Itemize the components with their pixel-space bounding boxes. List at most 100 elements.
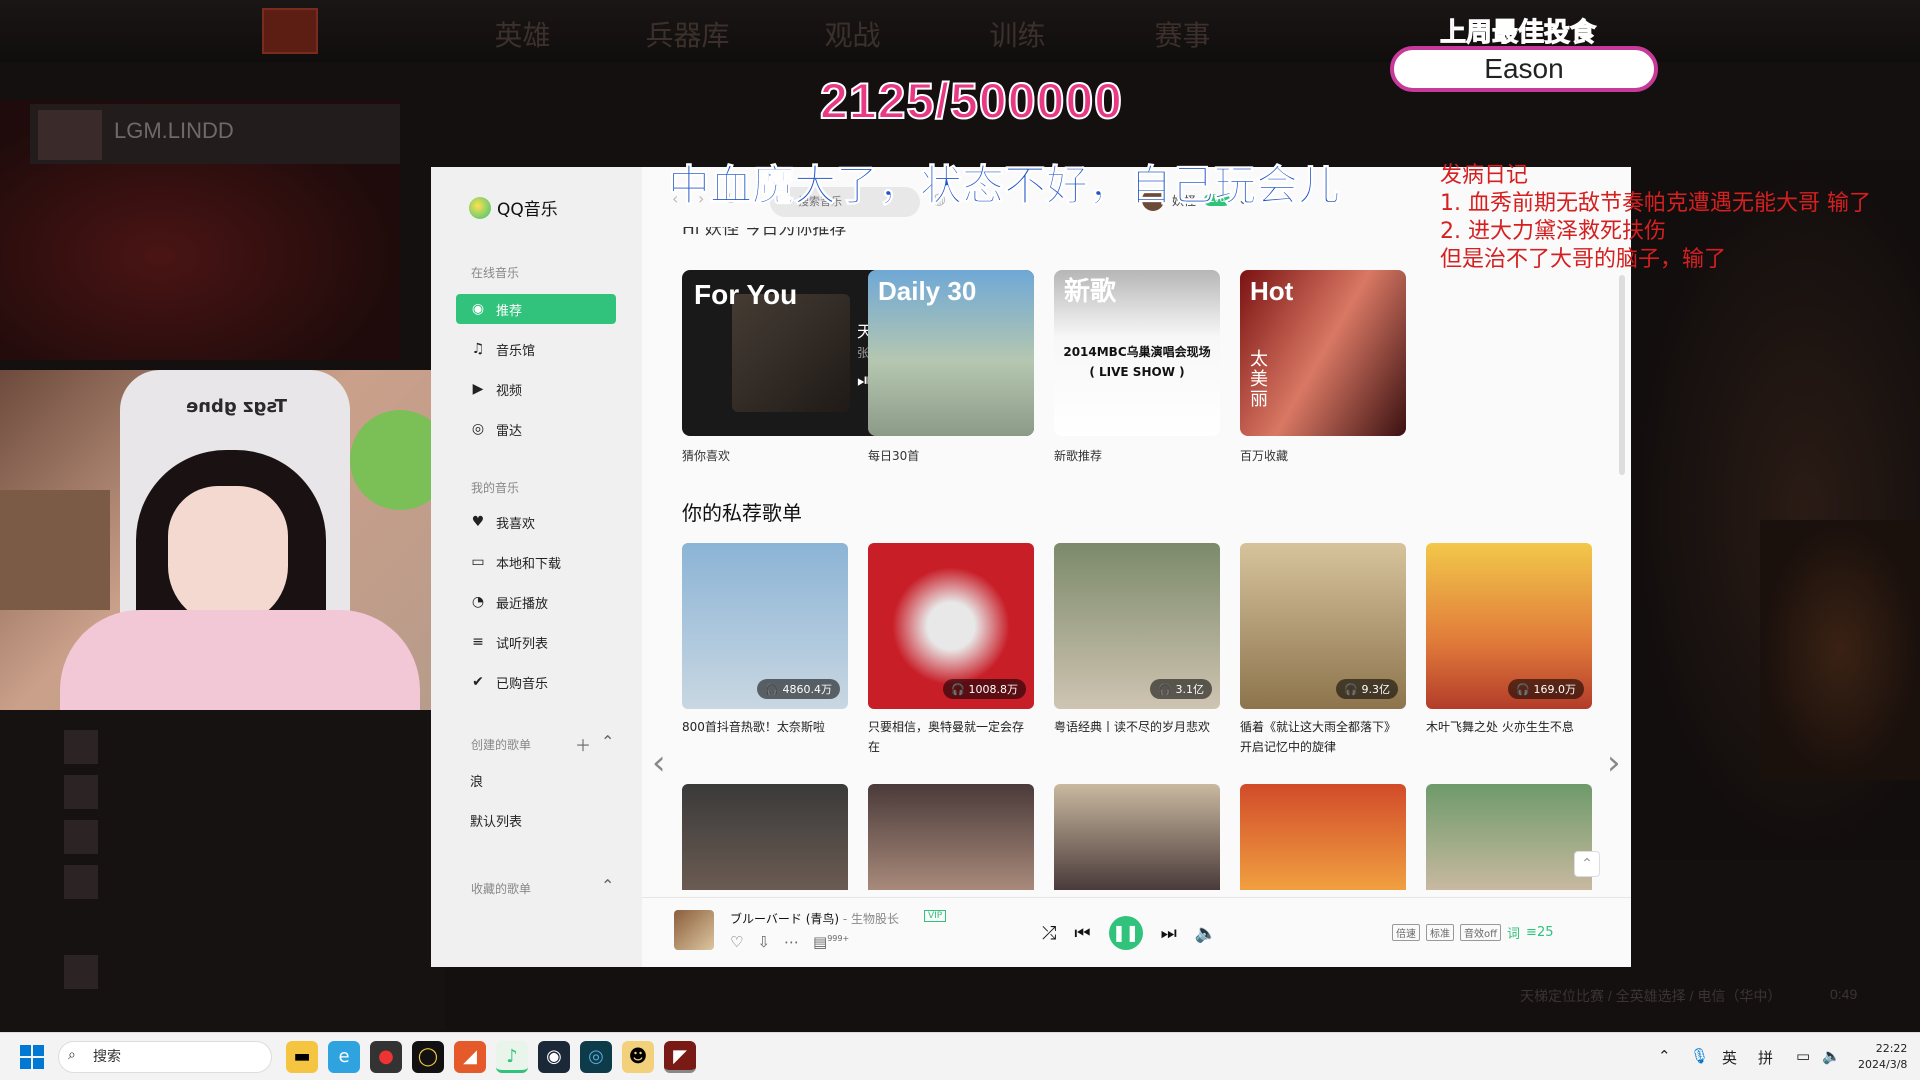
now-playing-artist[interactable]: 生物股长 — [851, 912, 899, 926]
game-nav-heroes[interactable]: 英雄 — [440, 14, 605, 54]
friend-avatar[interactable] — [64, 955, 98, 989]
app-icon[interactable]: ◢ — [454, 1041, 486, 1073]
queue-button[interactable]: ≡25 — [1526, 925, 1553, 940]
microphone-icon[interactable]: 🎙 — [1690, 1047, 1709, 1065]
now-playing-info[interactable]: ブルーバード (青鸟) - 生物股长 — [730, 910, 899, 927]
quality-button[interactable]: 标准 — [1426, 924, 1454, 941]
next-icon[interactable]: ⏭ — [1161, 923, 1177, 944]
file-explorer-icon[interactable]: ▬ — [286, 1041, 318, 1073]
now-playing-cover[interactable] — [674, 910, 714, 950]
like-icon[interactable]: ♡ — [730, 933, 743, 951]
friend-avatar[interactable] — [64, 865, 98, 899]
playlist-title[interactable]: 只要相信，奥特曼就一定会存在 — [868, 717, 1034, 757]
sidebar-item-label: 浪 — [470, 774, 484, 790]
friend-avatar[interactable] — [64, 730, 98, 764]
playlist-cover[interactable] — [1240, 784, 1406, 890]
sidebar-item-radar[interactable]: ◎ 雷达 — [456, 414, 616, 444]
card-label[interactable]: 百万收藏 — [1240, 447, 1288, 464]
edge-icon[interactable]: e — [328, 1041, 360, 1073]
game-nav-armory[interactable]: 兵器库 — [605, 14, 770, 54]
sidebar-section-my-music: 我的音乐 — [471, 481, 520, 495]
new-song-card[interactable]: 新歌 2014MBC乌巢演唱会现场 ( LIVE SHOW ) — [1054, 270, 1220, 436]
sidebar-item-music-hall[interactable]: ♫ 音乐馆 — [456, 334, 616, 364]
playlist-title[interactable]: 循着《就让这大雨全都落下》开启记忆中的旋律 — [1240, 717, 1406, 757]
sidebar-item-liked[interactable]: ♥ 我喜欢 — [456, 507, 616, 537]
network-icon[interactable]: ▭ — [1796, 1047, 1810, 1065]
scrollbar[interactable] — [1619, 275, 1625, 475]
tray-expand-icon[interactable]: ⌃ — [1658, 1047, 1671, 1065]
obs-icon[interactable]: ● — [370, 1041, 402, 1073]
add-playlist-icon[interactable]: ＋ — [575, 732, 591, 756]
playlist-cover[interactable]: 🎧 1008.8万 — [868, 543, 1034, 709]
sidebar-item-video[interactable]: ▶ 视频 — [456, 374, 616, 404]
volume-icon[interactable]: 🔈 — [1195, 923, 1217, 944]
hot-card[interactable]: Hot 太美丽 — [1240, 270, 1406, 436]
sidebar-section-online: 在线音乐 — [471, 266, 520, 280]
daily-30-card[interactable]: Daily 30 — [868, 270, 1034, 436]
friend-avatar[interactable] — [64, 820, 98, 854]
qqmusic-taskbar-icon[interactable]: ♪ — [496, 1041, 528, 1073]
sidebar-item-label: 最近播放 — [496, 596, 549, 612]
play-count: 🎧 1008.8万 — [943, 679, 1026, 699]
taskbar: 搜索 ⌕ ▬ e ● ◯ ◢ ♪ ◉ ◎ ☻ ◤ ⌃ 🎙 英 拼 ▭ 🔈 22:… — [0, 1032, 1920, 1080]
download-icon[interactable]: ⇩ — [757, 933, 770, 951]
sidebar-item-trial-list[interactable]: ≡ 试听列表 — [456, 627, 616, 657]
dota-taskbar-icon[interactable]: ◤ — [664, 1041, 696, 1073]
playlist-cover[interactable] — [1054, 784, 1220, 890]
app-icon[interactable]: ☻ — [622, 1041, 654, 1073]
playlist-title[interactable]: 800首抖音热歌！太奈斯啦 — [682, 717, 848, 737]
dota-logo-icon[interactable] — [262, 8, 318, 54]
playlist-cover[interactable]: 🎧 169.0万 — [1426, 543, 1592, 709]
clock[interactable]: 22:22 2024/3/8 — [1858, 1041, 1907, 1073]
sidebar-item-recommend[interactable]: ◉ 推荐 — [456, 294, 616, 324]
sidebar-section-created: 创建的歌单 — [471, 738, 532, 752]
sidebar-item-playlist[interactable]: 浪 — [456, 765, 616, 795]
sidebar-item-playlist[interactable]: 默认列表 — [456, 805, 616, 835]
play-count: 🎧 4860.4万 — [757, 679, 840, 699]
more-icon[interactable]: ⋯ — [784, 933, 799, 951]
app-icon[interactable]: ◎ — [580, 1041, 612, 1073]
playlist-cover[interactable] — [868, 784, 1034, 890]
start-button[interactable] — [20, 1045, 44, 1069]
game-friends-list — [0, 700, 445, 1030]
speed-button[interactable]: 倍速 — [1392, 924, 1420, 941]
clock-date: 2024/3/8 — [1858, 1058, 1908, 1071]
app-icon[interactable]: ◯ — [412, 1041, 444, 1073]
sidebar-item-recent[interactable]: ◔ 最近播放 — [456, 587, 616, 617]
game-nav-watch[interactable]: 观战 — [770, 14, 935, 54]
prev-page-icon[interactable]: ‹ — [652, 743, 666, 783]
collapse-up-icon[interactable]: ⌃ — [601, 876, 614, 895]
playlist-cover[interactable]: 🎧 3.1亿 — [1054, 543, 1220, 709]
volume-icon[interactable]: 🔈 — [1822, 1047, 1841, 1065]
webcam-robe — [60, 610, 420, 710]
sidebar-item-local[interactable]: ▭ 本地和下载 — [456, 547, 616, 577]
steam-icon[interactable]: ◉ — [538, 1041, 570, 1073]
playlist-cover[interactable] — [1426, 784, 1592, 890]
game-nav-learn[interactable]: 训练 — [935, 14, 1100, 54]
pause-button[interactable]: ❚❚ — [1108, 916, 1143, 950]
back-to-top-icon[interactable]: ⌃ — [1574, 851, 1600, 877]
playlist-cover[interactable]: 🎧 9.3亿 — [1240, 543, 1406, 709]
now-playing-title[interactable]: ブルーバード (青鸟) — [730, 912, 839, 926]
taskbar-search[interactable]: 搜索 — [58, 1041, 272, 1073]
ime-mode[interactable]: 拼 — [1758, 1047, 1773, 1068]
game-nav-events[interactable]: 赛事 — [1100, 14, 1265, 54]
ime-language[interactable]: 英 — [1722, 1047, 1737, 1068]
effect-button[interactable]: 音效off — [1460, 924, 1502, 941]
previous-icon[interactable]: ⏮ — [1074, 923, 1090, 944]
playlist-title[interactable]: 粤语经典丨读不尽的岁月悲欢 — [1054, 717, 1220, 737]
comment-icon[interactable]: ▤999+ — [813, 933, 849, 951]
collapse-up-icon[interactable]: ⌃ — [601, 732, 614, 751]
next-page-icon[interactable]: › — [1607, 743, 1621, 783]
sidebar-item-purchased[interactable]: ✔ 已购音乐 — [456, 667, 616, 697]
card-label[interactable]: 新歌推荐 — [1054, 447, 1102, 464]
playlist-title[interactable]: 木叶飞舞之处 火亦生生不息 — [1426, 717, 1592, 737]
card-label[interactable]: 猜你喜欢 — [682, 447, 730, 464]
friend-avatar[interactable] — [64, 775, 98, 809]
lyrics-button[interactable]: 词 — [1507, 923, 1520, 942]
playlist-cover[interactable] — [682, 784, 848, 890]
playlist-cover[interactable]: 🎧 4860.4万 — [682, 543, 848, 709]
game-player-card[interactable]: LGM.LINDD — [30, 104, 400, 164]
card-label[interactable]: 每日30首 — [868, 447, 919, 464]
shuffle-icon[interactable]: ⤮ — [1042, 923, 1056, 944]
